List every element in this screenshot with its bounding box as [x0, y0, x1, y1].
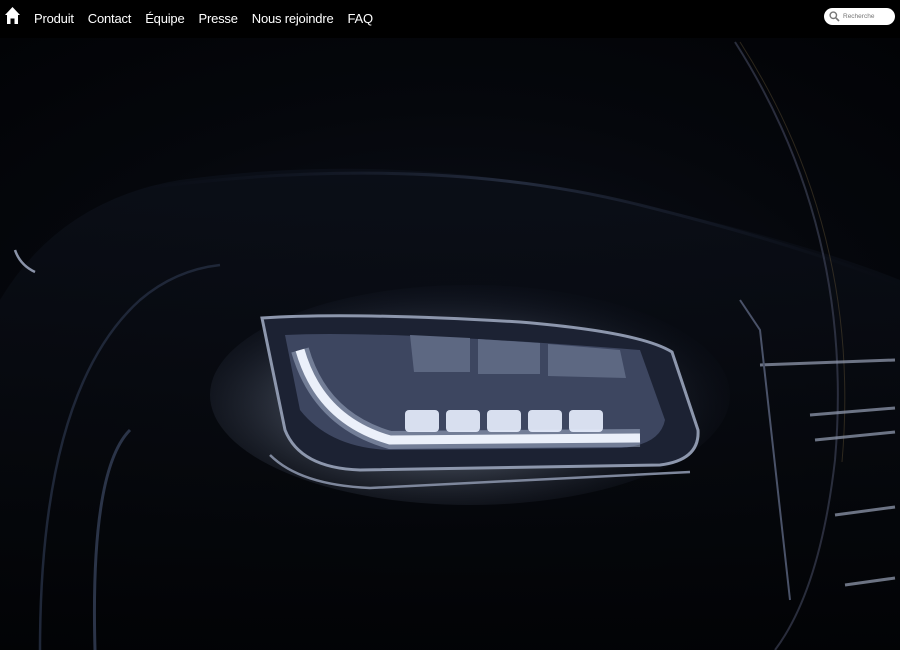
- top-navigation-bar: Produit Contact Équipe Presse Nous rejoi…: [0, 0, 900, 38]
- nav-link-contact[interactable]: Contact: [88, 11, 132, 26]
- search-input[interactable]: [843, 10, 891, 23]
- nav-link-presse[interactable]: Presse: [198, 11, 237, 26]
- nav-link-equipe[interactable]: Équipe: [145, 11, 184, 26]
- nav-link-faq[interactable]: FAQ: [348, 11, 374, 26]
- nav-link-produit[interactable]: Produit: [34, 11, 74, 26]
- hero-image: [0, 38, 900, 650]
- car-headlight-image: [0, 41, 900, 650]
- home-icon[interactable]: [4, 6, 21, 25]
- main-nav: Produit Contact Équipe Presse Nous rejoi…: [34, 11, 387, 26]
- search-box[interactable]: [824, 8, 895, 25]
- nav-link-nous-rejoindre[interactable]: Nous rejoindre: [252, 11, 334, 26]
- search-icon: [829, 11, 840, 22]
